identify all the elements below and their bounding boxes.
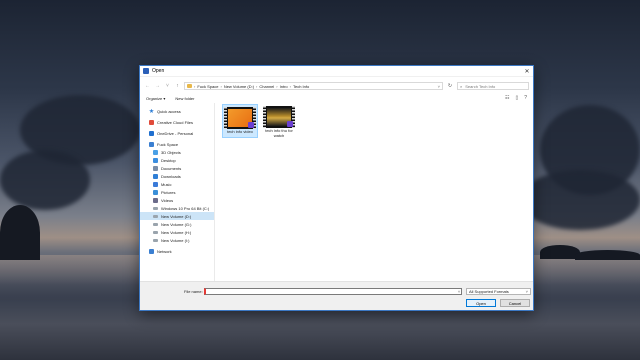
sidebar-item-creative-cloud[interactable]: Creative Cloud Files	[140, 118, 214, 126]
new-folder-button[interactable]: New folder	[175, 96, 194, 101]
file-item[interactable]: tech info thu for watch	[261, 104, 297, 140]
documents-icon	[153, 165, 158, 171]
sidebar-item-drive-c[interactable]: Windows 10 Pro 64 Bit (C:)	[140, 204, 214, 212]
refresh-icon[interactable]: ↻	[446, 82, 454, 90]
up-arrow-icon[interactable]: ↑	[174, 82, 181, 90]
help-icon[interactable]: ?	[524, 95, 527, 101]
media-player-badge-icon	[248, 122, 254, 128]
star-icon	[149, 108, 154, 114]
media-player-badge-icon	[287, 121, 293, 127]
file-name-label: tech info thu for watch	[265, 128, 293, 138]
preview-pane-icon[interactable]: ▯	[515, 95, 518, 101]
background-island	[0, 205, 40, 260]
chevron-right-icon: ›	[220, 83, 222, 89]
address-bar[interactable]: › Fuck Space › New Volume (D:) › Channel…	[184, 82, 443, 90]
sidebar-item-documents[interactable]: Documents	[140, 164, 214, 172]
open-file-dialog: Open ✕ ← → ˅ ↑ › Fuck Space › New Volume…	[139, 65, 534, 311]
breadcrumb-item[interactable]: Tech Info	[293, 84, 309, 89]
dialog-footer: File name: ˅ All Supported Formats ˅ Ope…	[140, 281, 533, 310]
organize-button[interactable]: Organize ▾	[146, 96, 165, 101]
drive-icon	[153, 214, 158, 218]
command-toolbar: Organize ▾ New folder ☷ ▯ ?	[140, 93, 533, 103]
recent-locations-icon[interactable]: ˅	[164, 82, 171, 90]
desktop-icon	[153, 157, 158, 163]
sidebar-item-3d-objects[interactable]: 3D Objects	[140, 148, 214, 156]
file-list-pane: tech info video tech info thu for watch	[215, 103, 533, 281]
folder-icon	[187, 84, 192, 88]
address-row: ← → ˅ ↑ › Fuck Space › New Volume (D:) ›…	[140, 80, 533, 92]
sidebar-item-network[interactable]: Network	[140, 247, 214, 255]
sidebar-item-desktop[interactable]: Desktop	[140, 156, 214, 164]
chevron-down-icon: ˅	[525, 289, 528, 294]
search-input[interactable]: ⌕ Search Tech Info	[457, 82, 529, 90]
video-thumbnail	[263, 106, 295, 128]
background-island	[575, 250, 640, 260]
background-island	[540, 245, 580, 259]
cancel-button[interactable]: Cancel	[500, 299, 530, 307]
view-options-icon[interactable]: ☷	[505, 95, 509, 101]
sidebar-item-quick-access[interactable]: Quick access	[140, 107, 214, 115]
file-item[interactable]: tech info video	[222, 104, 258, 138]
video-thumbnail	[224, 107, 256, 129]
sidebar-item-videos[interactable]: Videos	[140, 196, 214, 204]
sidebar-item-downloads[interactable]: Downloads	[140, 172, 214, 180]
onedrive-icon	[149, 130, 154, 136]
file-name-input[interactable]	[204, 288, 462, 295]
sidebar-item-onedrive[interactable]: OneDrive - Personal	[140, 129, 214, 137]
breadcrumb-item[interactable]: New Volume (D:)	[224, 84, 254, 89]
background-cloud	[0, 150, 90, 210]
drive-icon	[153, 238, 158, 242]
sidebar-item-this-pc[interactable]: Fuck Space	[140, 140, 214, 148]
drive-icon	[153, 222, 158, 226]
chevron-down-icon[interactable]: ˅	[438, 84, 440, 89]
file-name-label: tech info video	[227, 129, 253, 134]
pictures-icon	[153, 189, 158, 195]
breadcrumb-item[interactable]: Channel	[259, 84, 274, 89]
file-name-label: File name:	[184, 289, 203, 294]
sidebar-item-drive-g[interactable]: New Volume (G:)	[140, 220, 214, 228]
music-icon	[153, 181, 158, 187]
chevron-down-icon[interactable]: ˅	[456, 288, 462, 295]
drive-icon	[153, 230, 158, 234]
dialog-title: Open	[152, 68, 165, 74]
sidebar-item-drive-i[interactable]: New Volume (I:)	[140, 236, 214, 244]
network-icon	[149, 248, 154, 254]
creative-cloud-icon	[149, 119, 154, 125]
drive-icon	[153, 206, 158, 210]
sidebar-item-pictures[interactable]: Pictures	[140, 188, 214, 196]
file-type-select[interactable]: All Supported Formats ˅	[466, 288, 531, 295]
sidebar-item-drive-d[interactable]: New Volume (D:)	[140, 212, 214, 220]
navigation-pane: Quick access Creative Cloud Files OneDri…	[140, 103, 215, 281]
title-bar: Open ✕	[140, 66, 533, 77]
downloads-icon	[153, 173, 158, 179]
film-strip-icon	[263, 106, 266, 128]
app-icon	[143, 68, 149, 74]
back-arrow-icon[interactable]: ←	[144, 82, 151, 90]
forward-arrow-icon[interactable]: →	[154, 82, 161, 90]
sidebar-item-music[interactable]: Music	[140, 180, 214, 188]
chevron-right-icon: ›	[276, 83, 278, 89]
chevron-right-icon: ›	[289, 83, 291, 89]
videos-icon	[153, 197, 158, 203]
sidebar-item-drive-h[interactable]: New Volume (H:)	[140, 228, 214, 236]
breadcrumb-item[interactable]: Fuck Space	[197, 84, 218, 89]
film-strip-icon	[224, 107, 227, 129]
content-area: Quick access Creative Cloud Files OneDri…	[140, 103, 533, 281]
background-cloud	[520, 170, 640, 230]
open-button[interactable]: Open	[466, 299, 496, 307]
chevron-right-icon: ›	[194, 83, 196, 89]
close-icon[interactable]: ✕	[521, 66, 533, 76]
3d-objects-icon	[153, 149, 158, 155]
search-placeholder: Search Tech Info	[465, 83, 496, 89]
breadcrumb-item[interactable]: Intro	[280, 84, 288, 89]
computer-icon	[149, 141, 154, 147]
search-icon: ⌕	[460, 83, 463, 89]
chevron-right-icon: ›	[256, 83, 258, 89]
